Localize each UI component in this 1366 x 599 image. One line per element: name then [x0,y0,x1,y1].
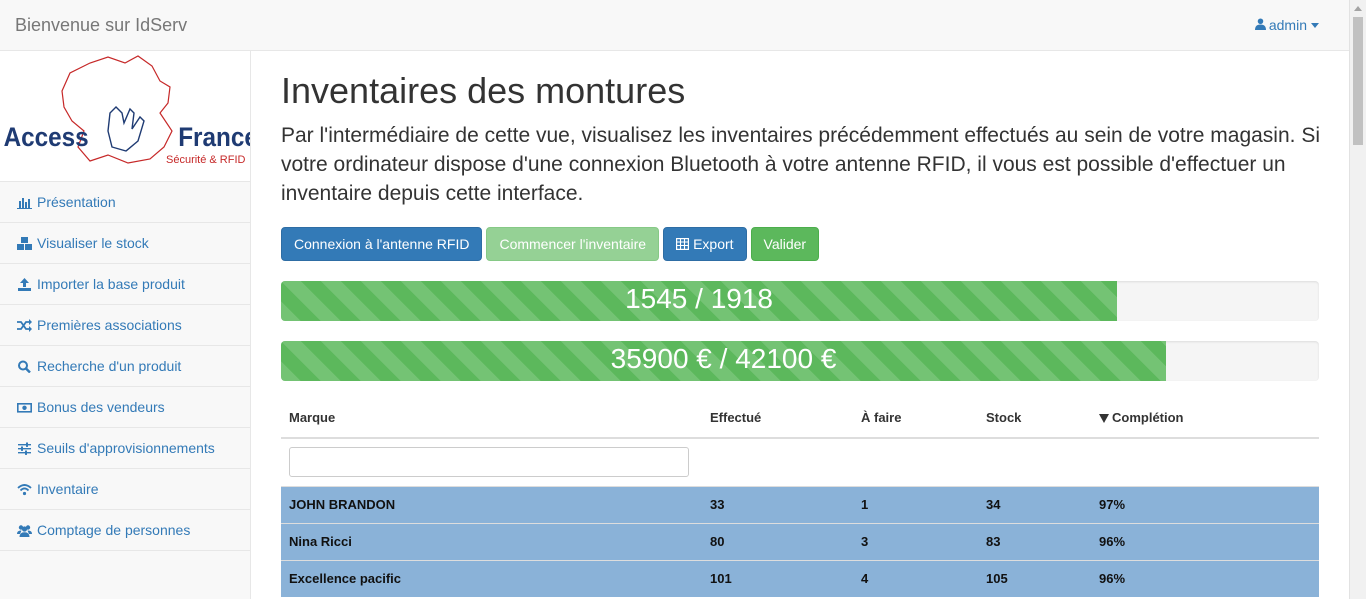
sidebar-item-people-count[interactable]: Comptage de personnes [0,510,250,551]
start-inventory-button[interactable]: Commencer l'inventaire [486,227,660,261]
vertical-scrollbar[interactable] [1349,0,1366,599]
navbar-brand[interactable]: Bienvenue sur IdServ [15,15,187,35]
sidebar-item-label: Importer la base produit [37,276,185,292]
cell-brand: JOHN BRANDON [281,485,702,523]
column-header-done[interactable]: Effectué [702,397,853,439]
wifi-icon [16,482,32,496]
sidebar-item-associations[interactable]: Premières associations [0,305,250,346]
chevron-down-icon [1311,22,1319,28]
table-row[interactable]: Excellence pacific 101 4 105 96% [281,559,1319,597]
column-header-completion[interactable]: Complétion [1091,397,1319,439]
sidebar-item-label: Comptage de personnes [37,522,191,538]
table-row[interactable]: Nina Ricci 80 3 83 96% [281,522,1319,560]
value-progress: 35900 € / 42100 € [281,341,1319,381]
action-buttons: Connexion à l'antenne RFID Commencer l'i… [281,227,820,261]
cell-done: 80 [702,522,853,560]
cell-stock: 105 [978,559,1091,597]
items-progress-bar: 1545 / 1918 [281,281,1118,321]
connect-rfid-button[interactable]: Connexion à l'antenne RFID [281,227,483,261]
sidebar-item-stock[interactable]: Visualiser le stock [0,223,250,264]
cell-todo: 1 [853,485,978,523]
cell-brand: Nina Ricci [281,522,702,560]
cell-done: 101 [702,559,853,597]
sidebar-item-bonus[interactable]: Bonus des vendeurs [0,387,250,428]
sidebar-item-label: Visualiser le stock [37,235,149,251]
sidebar-item-import[interactable]: Importer la base produit [0,264,250,305]
scroll-up-arrow-icon[interactable] [1354,6,1362,11]
sidebar-item-label: Présentation [37,194,116,210]
username: admin [1268,17,1307,33]
scrollbar-thumb[interactable] [1353,17,1363,145]
svg-text:France: France [178,123,250,152]
items-progress: 1545 / 1918 [281,281,1319,321]
sidebar-item-label: Seuils d'approvisionnements [37,440,215,456]
logo: Access France Sécurité & RFID [0,51,250,182]
value-progress-bar: 35900 € / 42100 € [281,341,1167,381]
svg-text:Sécurité & RFID: Sécurité & RFID [166,154,246,166]
cell-stock: 34 [978,485,1091,523]
brand-filter-input[interactable] [289,447,689,478]
sidebar-item-label: Bonus des vendeurs [37,399,165,415]
shuffle-icon [16,318,32,332]
users-icon [16,523,32,537]
top-navbar: Bienvenue sur IdServ admin [0,0,1349,51]
table-row[interactable]: JOHN BRANDON 33 1 34 97% [281,485,1319,523]
cell-completion: 96% [1091,522,1319,560]
column-header-brand[interactable]: Marque [281,397,702,439]
cell-stock: 83 [978,522,1091,560]
svg-text:Access: Access [4,123,89,152]
sliders-icon [16,441,32,455]
inventory-table: Marque Effectué À faire Stock Complétion… [281,397,1319,597]
sidebar-item-label: Inventaire [37,481,99,497]
sidebar-item-presentation[interactable]: Présentation [0,182,250,223]
column-header-todo[interactable]: À faire [853,397,978,439]
table-icon [676,238,690,250]
user-menu-dropdown[interactable]: admin [1254,17,1319,33]
sidebar-item-inventory[interactable]: Inventaire [0,469,250,510]
sort-desc-icon [1099,413,1109,423]
upload-icon [16,277,32,291]
user-icon [1254,17,1266,33]
page-description: Par l'intermédiaire de cette vue, visual… [281,124,1320,205]
sidebar-item-thresholds[interactable]: Seuils d'approvisionnements [0,428,250,469]
validate-button[interactable]: Valider [750,227,820,261]
cell-completion: 96% [1091,559,1319,597]
cell-completion: 97% [1091,485,1319,523]
cell-todo: 4 [853,559,978,597]
money-icon [16,400,32,414]
cell-brand: Excellence pacific [281,559,702,597]
search-icon [16,359,32,373]
sidebar: Access France Sécurité & RFID Présentati… [0,51,251,599]
sidebar-item-label: Recherche d'un produit [37,358,182,374]
sidebar-item-search[interactable]: Recherche d'un produit [0,346,250,387]
bar-chart-icon [16,195,32,209]
page-title: Inventaires des montures [281,70,686,111]
cell-done: 33 [702,485,853,523]
sidebar-item-label: Premières associations [37,317,182,333]
export-button[interactable]: Export [663,227,747,261]
column-header-stock[interactable]: Stock [978,397,1091,439]
boxes-icon [16,236,32,250]
cell-todo: 3 [853,522,978,560]
